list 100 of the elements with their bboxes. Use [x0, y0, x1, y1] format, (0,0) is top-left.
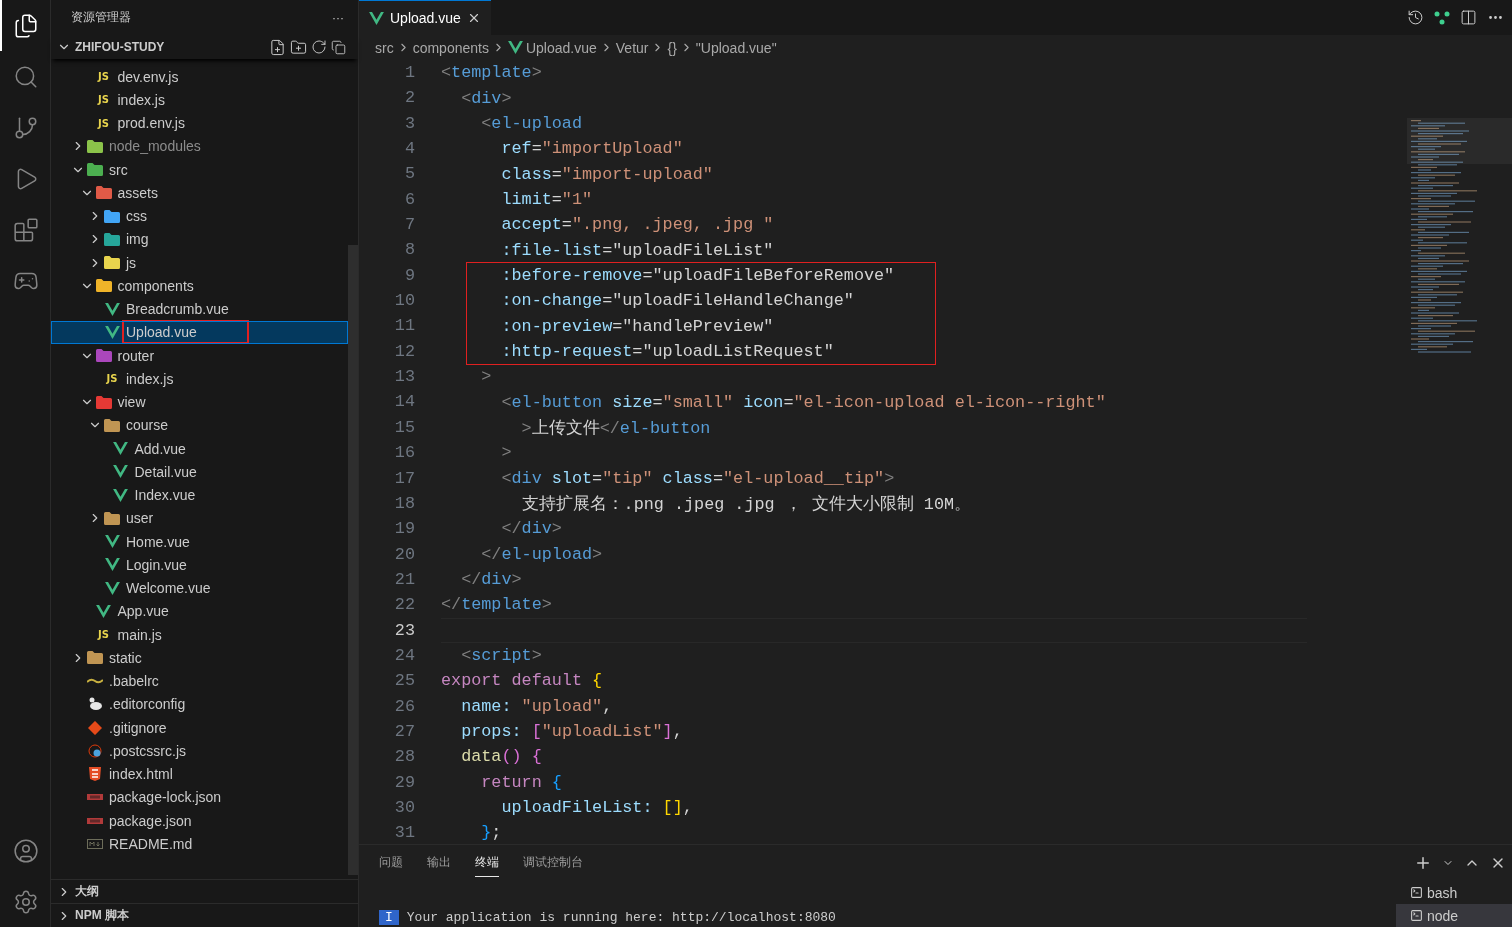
file-row[interactable]: package-lock.json	[51, 785, 348, 809]
folder-row[interactable]: src	[51, 158, 348, 182]
file-row[interactable]: Welcome.vue	[51, 576, 348, 600]
panel-tab[interactable]: 终端	[475, 849, 499, 877]
file-row[interactable]: JS dev.env.js	[51, 65, 348, 89]
file-name: index.html	[108, 765, 174, 785]
folder-row[interactable]: img	[51, 227, 348, 251]
line-number: 22	[393, 594, 416, 617]
file-name: .editorconfig	[108, 695, 187, 715]
folder-name: view	[116, 393, 147, 413]
panel-tab[interactable]: 调试控制台	[523, 849, 583, 877]
line-number: 4	[403, 138, 416, 161]
breadcrumb-item[interactable]: Vetur	[615, 39, 649, 56]
terminal-item[interactable]: bash	[1396, 881, 1512, 904]
file-row[interactable]: Add.vue	[51, 437, 348, 461]
breadcrumb-item[interactable]: "Upload.vue"	[695, 39, 777, 56]
file-row[interactable]: JS main.js	[51, 623, 348, 647]
new-folder-icon[interactable]	[290, 38, 307, 56]
file-name: .gitignore	[108, 718, 168, 738]
file-row[interactable]: .postcssrc.js	[51, 739, 348, 763]
code-line: :before-remove="uploadFileBeforeRemove"	[500, 265, 895, 285]
file-name: Upload.vue	[122, 320, 249, 345]
file-row[interactable]: Home.vue	[51, 530, 348, 554]
line-number: 1	[403, 62, 416, 84]
folder-row[interactable]: components	[51, 274, 348, 298]
scrollbar[interactable]	[348, 245, 358, 875]
file-row[interactable]: Detail.vue	[51, 460, 348, 484]
account-icon	[13, 837, 39, 864]
file-row[interactable]: Upload.vue	[51, 320, 348, 344]
history-icon[interactable]	[1407, 9, 1424, 26]
code-line: <div slot="tip" class="el-upload__tip">	[500, 468, 895, 488]
file-name: App.vue	[116, 602, 170, 622]
breadcrumb-item[interactable]: components	[412, 39, 489, 56]
breadcrumb-item[interactable]: Upload.vue	[525, 39, 597, 56]
code-line: :file-list="uploadFileList"	[500, 240, 774, 260]
file-row[interactable]: App.vue	[51, 599, 348, 623]
code-line: class="import-upload"	[500, 164, 713, 184]
folder-row[interactable]: router	[51, 344, 348, 368]
line-number: 21	[393, 568, 416, 591]
refresh-icon[interactable]	[311, 39, 327, 55]
file-row[interactable]: README.md	[51, 832, 348, 856]
folder-name: node_modules	[108, 137, 202, 157]
more-button[interactable]: ···	[332, 10, 344, 25]
file-row[interactable]: .editorconfig	[51, 692, 348, 716]
js-file-icon: JS	[98, 117, 109, 129]
line-number: 11	[393, 315, 416, 338]
new-file-icon[interactable]	[269, 38, 286, 56]
file-name: README.md	[108, 834, 194, 854]
file-name: main.js	[116, 625, 163, 645]
line-number: 25	[393, 670, 416, 693]
project-title[interactable]: ZHIFOU-STUDY	[75, 40, 265, 54]
code-line: :http-request="uploadListRequest"	[500, 341, 834, 361]
section-header[interactable]: NPM 脚本	[51, 903, 358, 927]
line-number: 26	[393, 695, 416, 718]
file-row[interactable]: JS index.js	[51, 367, 348, 391]
triangle-dots-icon[interactable]	[1434, 10, 1450, 25]
folder-row[interactable]: assets	[51, 181, 348, 205]
breadcrumb-item[interactable]: src	[375, 39, 394, 56]
files-icon	[13, 12, 39, 39]
code-line: props: ["uploadList"],	[460, 722, 683, 742]
file-row[interactable]: JS prod.env.js	[51, 111, 348, 135]
add-icon[interactable]	[1414, 854, 1432, 872]
file-row[interactable]: .babelrc	[51, 669, 348, 693]
file-row[interactable]: Breadcrumb.vue	[51, 297, 348, 321]
code-line: >	[500, 443, 512, 463]
file-name: Login.vue	[125, 555, 188, 575]
terminal-output: Your application is running here: http://localhost:8080	[406, 910, 836, 925]
terminal-item[interactable]: node	[1396, 904, 1512, 927]
file-row[interactable]: .gitignore	[51, 716, 348, 740]
code-line: </el-upload>	[480, 544, 603, 564]
panel-tab[interactable]: 输出	[427, 849, 451, 877]
folder-row[interactable]: course	[51, 413, 348, 437]
folder-row[interactable]: node_modules	[51, 134, 348, 158]
code-line: accept=".png, .jpeg, .jpg "	[500, 215, 774, 235]
breadcrumb-item[interactable]: {}	[667, 39, 677, 56]
panel-tab[interactable]: 问题	[379, 849, 403, 877]
section-header[interactable]: 大纲	[51, 879, 358, 903]
line-number: 13	[393, 366, 416, 389]
folder-row[interactable]: static	[51, 646, 348, 670]
npm-icon	[87, 794, 103, 801]
folder-name: js	[124, 253, 138, 273]
line-number: 31	[393, 822, 416, 844]
file-row[interactable]: index.html	[51, 762, 348, 786]
folder-row[interactable]: js	[51, 251, 348, 275]
folder-row[interactable]: css	[51, 204, 348, 228]
code-line: ref="importUpload"	[500, 139, 683, 159]
code-line: limit="1"	[500, 189, 593, 209]
split-editor-icon[interactable]	[1460, 9, 1477, 26]
line-number: 17	[393, 467, 416, 490]
file-row[interactable]: Index.vue	[51, 483, 348, 507]
folder-name: user	[125, 509, 155, 529]
file-row[interactable]: package.json	[51, 809, 348, 833]
code-line: </div>	[460, 570, 522, 590]
file-row[interactable]: Login.vue	[51, 553, 348, 577]
folder-row[interactable]: user	[51, 506, 348, 530]
collapse-icon[interactable]	[331, 39, 346, 55]
folder-row[interactable]: view	[51, 390, 348, 414]
file-row[interactable]: JS index.js	[51, 88, 348, 112]
editor-tab[interactable]: Upload.vue	[359, 0, 491, 35]
file-name: dev.env.js	[116, 67, 180, 87]
